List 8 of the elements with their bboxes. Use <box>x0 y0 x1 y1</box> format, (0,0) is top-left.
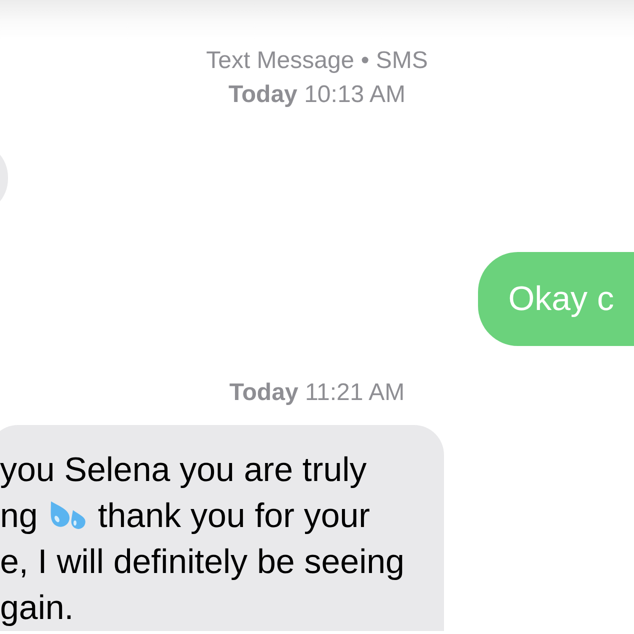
message-text: gain. <box>0 588 74 629</box>
conversation-service: Text Message • SMS <box>206 46 428 76</box>
message-text: e, I will definitely be seeing <box>0 542 404 583</box>
message-text: you Selena you are truly <box>0 450 367 491</box>
message-text: ng thank you for your <box>0 496 370 537</box>
timestamp: Today 11:21 AM <box>229 378 405 408</box>
message-text: Okay c <box>508 279 614 320</box>
timestamp: Today 10:13 AM <box>228 80 406 110</box>
